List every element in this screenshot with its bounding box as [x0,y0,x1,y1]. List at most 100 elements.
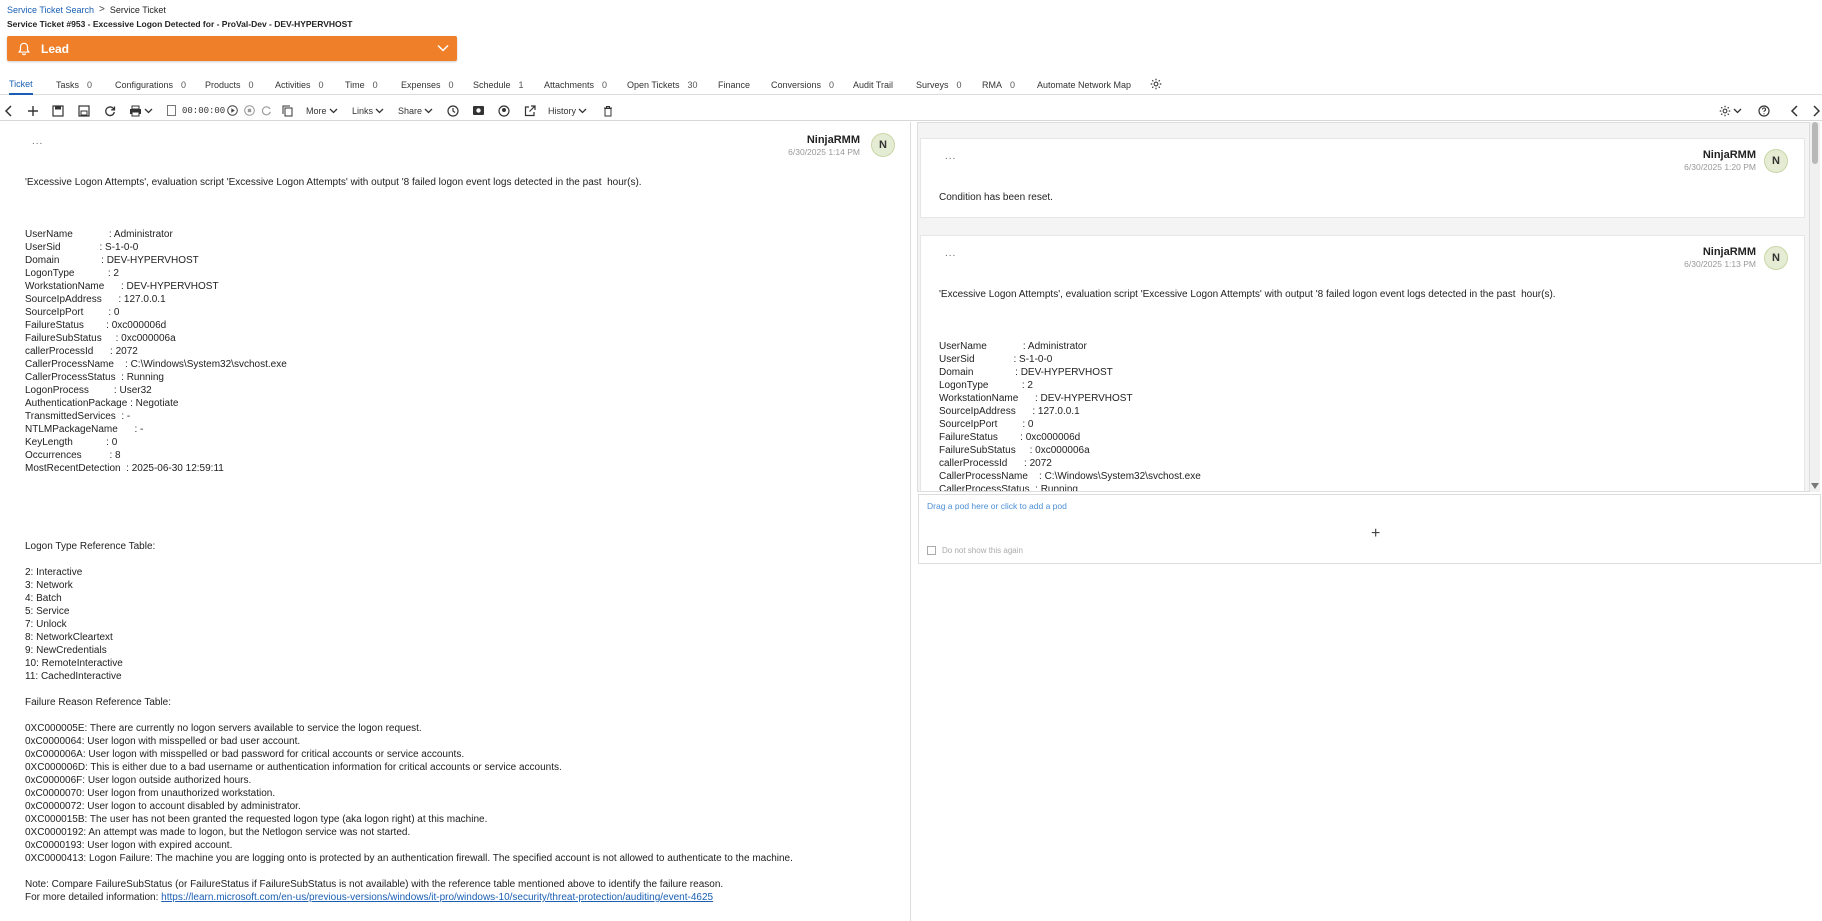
do-not-show-label: Do not show this again [942,546,1023,555]
collapse-right-button[interactable] [1812,103,1820,118]
note-menu-button[interactable]: ... [945,151,956,162]
tab-count: 0 [1010,79,1016,90]
tab-count: 0 [87,79,93,90]
collapse-left-button[interactable] [1790,103,1800,118]
help-button[interactable] [1758,103,1770,118]
links-label: Links [352,105,374,116]
share-dropdown[interactable]: Share [398,103,433,118]
save-icon [52,104,64,117]
notes-pod-scrollbar[interactable] [1810,122,1820,492]
more-info-label: For more detailed information: [25,892,162,903]
breadcrumb: Service Ticket Search > Service Ticket [7,4,166,15]
scroll-down-arrow-icon[interactable] [1811,483,1819,489]
tab-products[interactable]: Products 0 [205,74,254,95]
add-pod-area[interactable]: Drag a pod here or click to add a pod + … [918,494,1821,564]
refresh-button[interactable] [104,103,116,118]
links-dropdown[interactable]: Links [352,103,384,118]
tab-label: Conversions [771,79,822,90]
tab-label: RMA [982,79,1002,90]
refresh-icon [105,105,116,116]
scrollbar-thumb[interactable] [1812,122,1818,164]
print-dropdown[interactable] [129,103,153,118]
note-menu-button[interactable]: ... [32,136,43,147]
time-entry-icon[interactable] [167,103,176,118]
note-body: 'Excessive Logon Attempts', evaluation s… [25,176,793,904]
tab-conversions[interactable]: Conversions 0 [771,74,834,95]
status-dropdown[interactable]: Lead [7,36,457,61]
play-icon [227,105,238,116]
note-menu-button[interactable]: ... [945,248,956,259]
pod-settings-dropdown[interactable] [1719,103,1742,118]
ticket-tabs: Ticket Tasks 0 Configurations 0 Products 0 … [0,74,1822,95]
print-icon [130,105,141,116]
tab-label: Open Tickets [627,79,680,90]
tab-settings-gear-icon[interactable] [1150,78,1162,90]
add-pod-hint[interactable]: Drag a pod here or click to add a pod [927,501,1067,511]
bell-icon [18,42,30,55]
stop-icon [244,105,255,116]
tab-label: Products [205,79,241,90]
clock-button[interactable] [447,103,459,118]
copy-icon [282,105,293,116]
document-icon [167,105,176,116]
tab-count: 0 [448,79,454,90]
timer-play-button[interactable] [227,103,238,118]
tab-open-tickets[interactable]: Open Tickets 30 [627,74,698,95]
tab-activities[interactable]: Activities 0 [275,74,324,95]
note-author-block: NinjaRMM 6/30/2025 1:20 PM [1684,149,1756,172]
tab-configurations[interactable]: Configurations 0 [115,74,186,95]
new-button[interactable] [27,103,39,118]
plus-icon [28,105,38,116]
more-dropdown[interactable]: More [306,103,338,118]
chevron-left-icon [1790,104,1798,117]
tab-label: Tasks [56,79,80,90]
note-author-block: NinjaRMM 6/30/2025 1:14 PM [788,134,860,157]
more-info-link[interactable]: https://learn.microsoft.com/en-us/previo… [161,892,713,903]
tab-schedule[interactable]: Schedule 1 [473,74,524,95]
note-author: NinjaRMM [1702,149,1756,161]
tab-tasks[interactable]: Tasks 0 [56,74,92,95]
note-author: NinjaRMM [806,134,860,146]
note-text: 'Excessive Logon Attempts', evaluation s… [25,177,793,890]
breadcrumb-service-ticket-search[interactable]: Service Ticket Search [7,5,94,15]
tab-rma[interactable]: RMA 0 [982,74,1015,95]
tab-count: 1 [518,79,524,90]
history-dropdown[interactable]: History [548,103,587,118]
save-and-close-button[interactable] [78,103,90,118]
note-date: 6/30/2025 1:14 PM [788,147,860,157]
more-label: More [306,105,327,116]
tab-audit-trail[interactable]: Audit Trail [853,74,893,95]
open-external-button[interactable] [524,103,536,118]
tab-label: Attachments [544,79,595,90]
tab-finance[interactable]: Finance [718,74,750,95]
tab-attachments[interactable]: Attachments 0 [544,74,607,95]
do-not-show-checkbox[interactable] [927,546,936,555]
tab-count: 0 [181,79,187,90]
chevron-right-icon [1813,104,1820,117]
do-not-show-checkbox-row: Do not show this again [927,546,1023,555]
tab-surveys[interactable]: Surveys 0 [916,74,962,95]
contact-button[interactable] [498,103,510,118]
tab-time[interactable]: Time 0 [345,74,378,95]
help-icon [1758,104,1770,117]
save-button[interactable] [52,103,64,118]
video-button[interactable] [472,103,485,118]
back-button[interactable] [4,103,14,118]
timer-stop-button[interactable] [244,103,255,118]
save-close-icon [78,104,90,117]
tab-label: Automate Network Map [1037,79,1132,90]
video-icon [473,106,484,115]
tab-automate-network-map[interactable]: Automate Network Map [1037,74,1131,95]
add-pod-plus-icon[interactable]: + [1371,525,1380,543]
tab-count: 30 [687,79,698,90]
timer-display: 00:00:00 [182,105,226,116]
delete-button[interactable] [603,103,613,118]
tab-ticket[interactable]: Ticket [9,74,33,95]
clock-icon [447,104,459,117]
timer-reset-button[interactable] [261,103,272,118]
chevron-down-icon [424,108,433,113]
history-label: History [548,105,577,116]
tab-count: 0 [829,79,835,90]
copy-button[interactable] [282,103,293,118]
tab-expenses[interactable]: Expenses 0 [401,74,454,95]
